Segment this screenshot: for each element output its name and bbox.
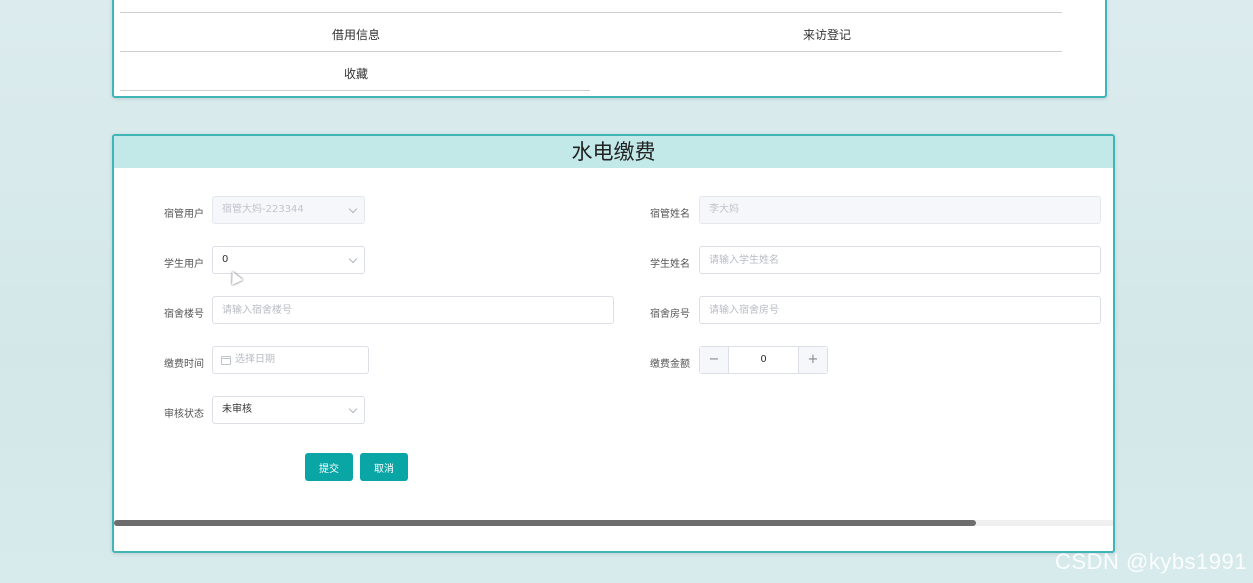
review-status-select[interactable]: 未审核	[212, 396, 365, 424]
cancel-button[interactable]: 取消	[360, 453, 408, 481]
pay-time-datepicker[interactable]: 选择日期	[212, 346, 369, 374]
pay-time-placeholder: 选择日期	[235, 354, 275, 365]
increase-button[interactable]: +	[798, 347, 827, 373]
pay-amount-label: 缴费金额	[650, 359, 690, 370]
dorm-room-input[interactable]	[699, 296, 1101, 324]
review-status-value: 未审核	[222, 404, 252, 415]
utility-payment-form: 水电缴费 宿管用户 宿管大妈-223344 宿管姓名 李大妈 学生用户 0 学生…	[112, 134, 1115, 553]
form-title: 水电缴费	[114, 136, 1113, 168]
student-name-label: 学生姓名	[650, 259, 690, 270]
dorm-room-label: 宿舍房号	[650, 309, 690, 320]
horizontal-scrollbar-thumb[interactable]	[114, 520, 976, 526]
chevron-down-icon	[348, 404, 358, 414]
chevron-down-icon	[348, 254, 358, 264]
student-user-label: 学生用户	[164, 259, 204, 270]
manager-name-label: 宿管姓名	[650, 209, 690, 220]
calendar-icon	[221, 356, 231, 365]
manager-user-label: 宿管用户	[164, 209, 204, 220]
pay-amount-stepper: − 0 +	[699, 346, 828, 374]
pay-time-label: 缴费时间	[164, 359, 204, 370]
student-user-value: 0	[222, 254, 229, 265]
review-status-label: 审核状态	[164, 409, 204, 420]
menu-divider	[120, 51, 1062, 52]
menu-divider	[120, 90, 590, 91]
manager-user-value: 宿管大妈-223344	[222, 204, 304, 215]
pay-amount-value[interactable]: 0	[728, 347, 799, 373]
manager-name-value: 李大妈	[709, 204, 739, 215]
dorm-building-label: 宿舍楼号	[164, 309, 204, 320]
menu-item-visitor-register[interactable]: 来访登记	[727, 26, 927, 43]
chevron-down-icon	[348, 204, 358, 214]
watermark: CSDN @kybs1991	[1055, 549, 1247, 574]
menu-item-borrow-info[interactable]: 借用信息	[256, 26, 456, 43]
dorm-building-input[interactable]	[212, 296, 614, 324]
manager-user-select: 宿管大妈-223344	[212, 196, 365, 224]
menu-item-favorites[interactable]: 收藏	[256, 65, 456, 82]
menu-card: 借用信息 来访登记 收藏	[112, 0, 1107, 98]
menu-divider	[120, 12, 1062, 13]
decrease-button[interactable]: −	[700, 347, 729, 373]
submit-button[interactable]: 提交	[305, 453, 353, 481]
student-name-input[interactable]	[699, 246, 1101, 274]
manager-name-field: 李大妈	[699, 196, 1101, 224]
